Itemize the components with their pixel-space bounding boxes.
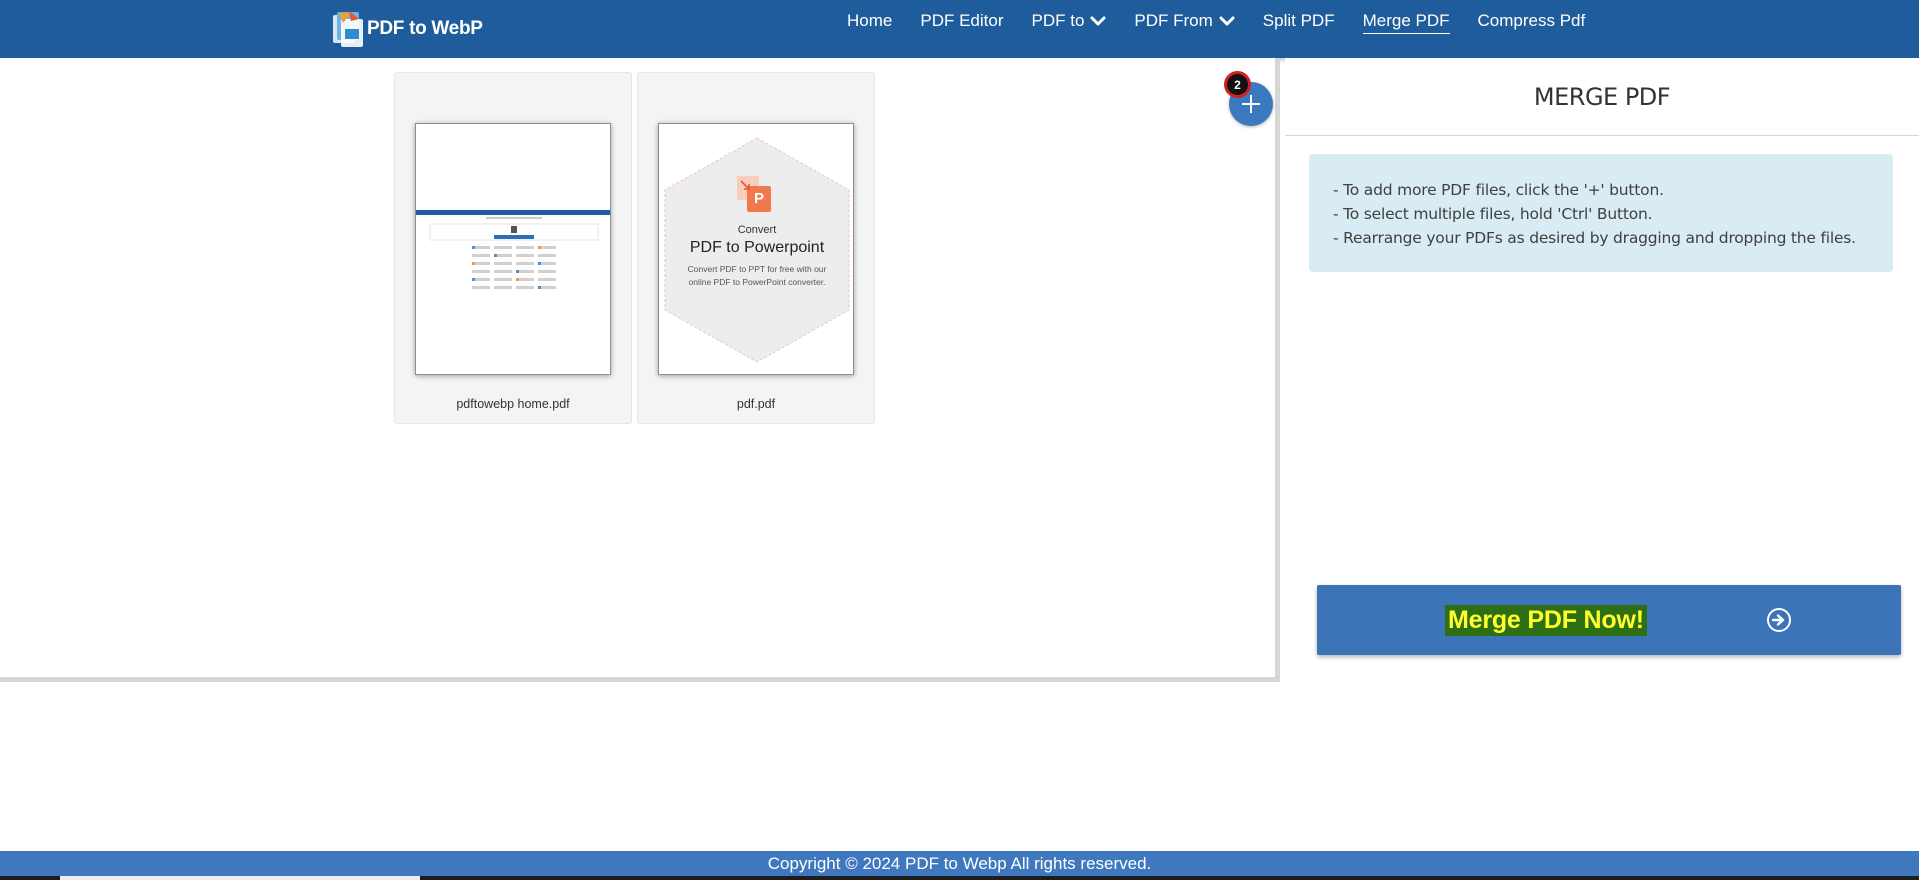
logo-icon [329, 9, 373, 49]
file-card[interactable]: pdftowebp home.pdf [394, 72, 632, 424]
instruction-line: - To select multiple files, hold 'Ctrl' … [1333, 205, 1653, 223]
nav-home[interactable]: Home [847, 11, 892, 33]
file-workspace[interactable]: pdftowebp home.pdf P Convert PDF to Powe… [0, 58, 1280, 682]
file-name: pdftowebp home.pdf [456, 397, 570, 411]
instruction-line: - To add more PDF files, click the '+' b… [1333, 181, 1664, 199]
main-nav: Home PDF Editor PDF to PDF From Split PD… [847, 0, 1613, 44]
merge-button-label: Merge PDF Now! [1445, 605, 1647, 636]
nav-pdf-from-dropdown[interactable]: PDF From [1134, 11, 1235, 33]
logo-text: PDF to WebP [367, 18, 483, 39]
chevron-down-icon [1090, 16, 1106, 26]
thumb-heading-small: Convert [737, 224, 777, 236]
file-card[interactable]: P Convert PDF to Powerpoint Convert PDF … [637, 72, 875, 424]
file-count-badge: 2 [1224, 71, 1251, 98]
pdf-page-thumbnail: P Convert PDF to Powerpoint Convert PDF … [658, 123, 854, 375]
nav-merge-pdf[interactable]: Merge PDF [1362, 11, 1450, 34]
nav-pdf-to-dropdown[interactable]: PDF to [1032, 11, 1107, 33]
webpage-preview-icon [416, 210, 610, 289]
thumb-heading-large: PDF to Powerpoint [689, 239, 825, 256]
copyright-text: Copyright © 2024 PDF to Webp All rights … [767, 854, 1152, 873]
taskbar-strip-highlight [60, 876, 420, 880]
instructions-box: - To add more PDF files, click the '+' b… [1309, 154, 1893, 272]
nav-compress-pdf[interactable]: Compress Pdf [1478, 11, 1586, 33]
nav-split-pdf[interactable]: Split PDF [1263, 11, 1335, 33]
site-header: PDF to WebP Home PDF Editor PDF to PDF F… [0, 0, 1919, 58]
chevron-down-icon [1219, 16, 1235, 26]
nav-pdf-editor[interactable]: PDF Editor [920, 11, 1003, 33]
site-logo[interactable]: PDF to WebP [329, 8, 483, 50]
merge-side-panel: MERGE PDF - To add more PDF files, click… [1285, 58, 1919, 682]
arrow-circle-right-icon [1767, 608, 1791, 632]
merge-pdf-now-button[interactable]: Merge PDF Now! [1317, 585, 1901, 655]
panel-title: MERGE PDF [1285, 58, 1919, 136]
thumb-body-line: online PDF to PowerPoint converter. [688, 277, 826, 287]
pdf-page-thumbnail [415, 123, 611, 375]
thumb-body-line: Convert PDF to PPT for free with our [687, 264, 827, 274]
powerpoint-icon: P [753, 190, 764, 207]
instruction-line: - Rearrange your PDFs as desired by drag… [1333, 229, 1856, 247]
file-name: pdf.pdf [736, 397, 776, 411]
